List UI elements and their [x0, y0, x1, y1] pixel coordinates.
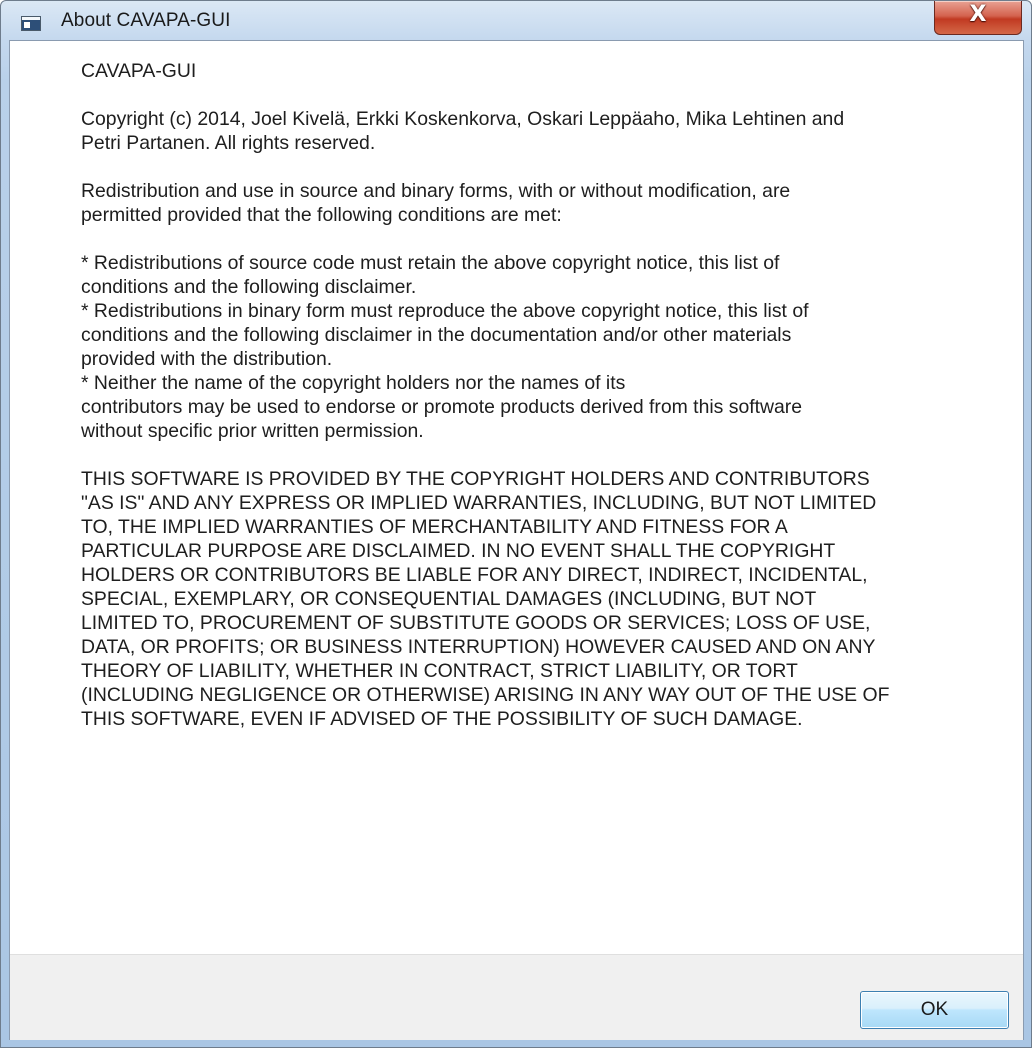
conditions-text: * Redistributions of source code must re…: [81, 252, 809, 442]
license-text: CAVAPA-GUI Copyright (c) 2014, Joel Kive…: [81, 59, 1001, 731]
ok-button[interactable]: OK: [860, 991, 1009, 1029]
title-bar[interactable]: About CAVAPA-GUI X: [1, 1, 1031, 41]
application-window-icon[interactable]: [21, 16, 41, 31]
copyright-text: Copyright (c) 2014, Joel Kivelä, Erkki K…: [81, 108, 845, 154]
redistribution-text: Redistribution and use in source and bin…: [81, 180, 791, 226]
close-icon: X: [969, 2, 987, 27]
close-button[interactable]: X: [934, 1, 1022, 35]
app-name-text: CAVAPA-GUI: [81, 60, 197, 82]
disclaimer-text: THIS SOFTWARE IS PROVIDED BY THE COPYRIG…: [81, 468, 890, 730]
about-dialog-window: About CAVAPA-GUI X CAVAPA-GUI Copyright …: [0, 0, 1032, 1048]
dialog-footer: OK: [10, 954, 1023, 1040]
window-title: About CAVAPA-GUI: [61, 10, 231, 31]
